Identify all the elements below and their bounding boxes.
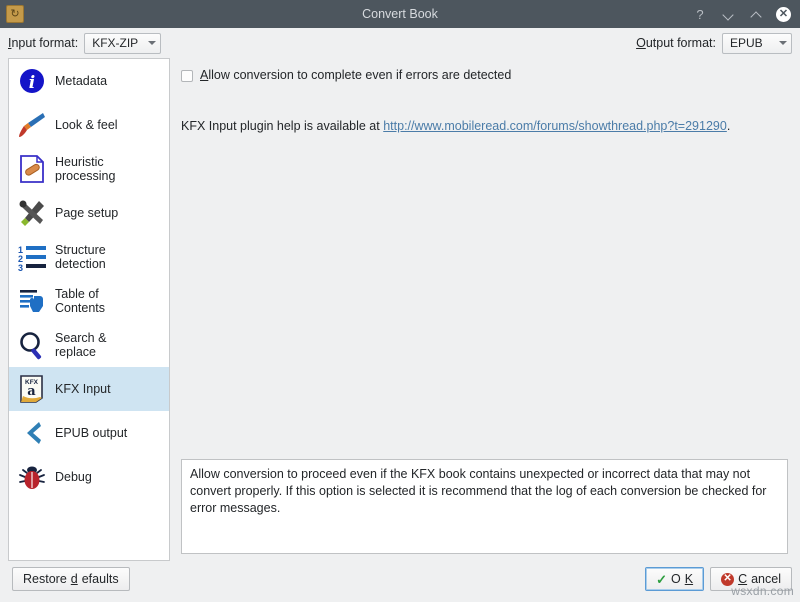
sidebar-item-page-setup[interactable]: Page setup [9,191,169,235]
confirm-buttons: ✓OK ✕Cancel [645,567,792,591]
input-format-label: Input format: [8,36,78,50]
close-icon[interactable]: ✕ [776,7,791,22]
sidebar-item-label: Debug [55,470,92,484]
magnifier-icon [15,328,49,362]
sidebar-item-table-of-contents[interactable]: Table of Contents [9,279,169,323]
svg-text:i: i [29,73,35,93]
chevron-left-icon [15,416,49,450]
plugin-help-suffix: . [727,119,730,133]
restore-defaults-mnemonic: d [71,572,78,586]
sidebar-item-label: Look & feel [55,118,118,132]
structure-list-icon: 1 2 3 [15,240,49,274]
sidebar-item-label: Page setup [55,206,118,220]
option-description-box: Allow conversion to proceed even if the … [181,459,788,554]
window-title: Convert Book [0,7,800,21]
help-icon[interactable]: ? [692,6,708,22]
sidebar-item-epub-output[interactable]: EPUB output [9,411,169,455]
output-format-label: Output format: [636,36,716,50]
format-bar: Input format: KFX-ZIP Output format: EPU… [0,28,800,58]
allow-errors-checkbox[interactable] [181,70,193,82]
output-format-value: EPUB [730,36,769,50]
dialog-button-bar: Restore defaults ✓OK ✕Cancel wsxdn.com [0,561,800,597]
main-panel: Allow conversion to complete even if err… [177,58,792,561]
plugin-help-prefix: KFX Input plugin help is available at [181,119,383,133]
convert-icon: ↻ [6,5,24,23]
ladybug-icon [15,460,49,494]
sidebar-item-label: Structure detection [55,243,106,272]
output-format-mnemonic: O [636,36,646,50]
sidebar-item-debug[interactable]: Debug [9,455,169,499]
dialog-body: i Metadata Look & feel [0,58,800,561]
check-icon: ✓ [656,573,667,586]
chevron-down-icon [148,41,156,45]
kfx-page-icon: KFX a [15,372,49,406]
input-format-select[interactable]: KFX-ZIP [84,33,161,54]
sidebar-item-kfx-input[interactable]: KFX a KFX Input [9,367,169,411]
cancel-button[interactable]: ✕Cancel [710,567,792,591]
ok-mnemonic: K [685,572,693,586]
allow-errors-checkbox-row[interactable]: Allow conversion to complete even if err… [181,68,788,82]
sidebar-item-label: KFX Input [55,382,111,396]
sidebar-item-structure-detection[interactable]: 1 2 3 Structure detection [9,235,169,279]
svg-text:3: 3 [18,263,23,271]
restore-defaults-button[interactable]: Restore defaults [12,567,130,591]
chevron-down-icon [779,41,787,45]
sidebar-item-heuristic-processing[interactable]: Heuristic processing [9,147,169,191]
heuristic-bandaid-icon [15,152,49,186]
ok-button[interactable]: ✓OK [645,567,704,591]
wrench-screwdriver-icon [15,196,49,230]
sidebar-item-search-and-replace[interactable]: Search & replace [9,323,169,367]
input-format-value: KFX-ZIP [92,36,138,50]
sidebar-item-metadata[interactable]: i Metadata [9,59,169,103]
maximize-icon[interactable] [748,6,764,22]
cancel-mnemonic: C [738,572,747,586]
title-bar: ↻ Convert Book ? ✕ [0,0,800,28]
kfx-input-options: Allow conversion to complete even if err… [177,58,792,459]
sidebar-item-label: Metadata [55,74,107,88]
svg-text:a: a [27,384,36,399]
plugin-help-link[interactable]: http://www.mobileread.com/forums/showthr… [383,119,727,133]
sidebar-item-label: EPUB output [55,426,127,440]
paintbrush-icon [15,108,49,142]
allow-errors-label: Allow conversion to complete even if err… [200,68,511,82]
x-circle-icon: ✕ [721,573,734,586]
output-format-select[interactable]: EPUB [722,33,792,54]
sidebar-item-label: Table of Contents [55,287,105,316]
plugin-help-text: KFX Input plugin help is available at ht… [181,119,788,133]
window-controls: ? ✕ [692,6,800,22]
toc-hand-icon [15,284,49,318]
minimize-icon[interactable] [720,6,736,22]
sidebar-item-look-and-feel[interactable]: Look & feel [9,103,169,147]
sidebar-item-label: Search & replace [55,331,106,360]
sidebar-item-label: Heuristic processing [55,155,115,184]
settings-sidebar[interactable]: i Metadata Look & feel [8,58,170,561]
metadata-info-icon: i [15,64,49,98]
